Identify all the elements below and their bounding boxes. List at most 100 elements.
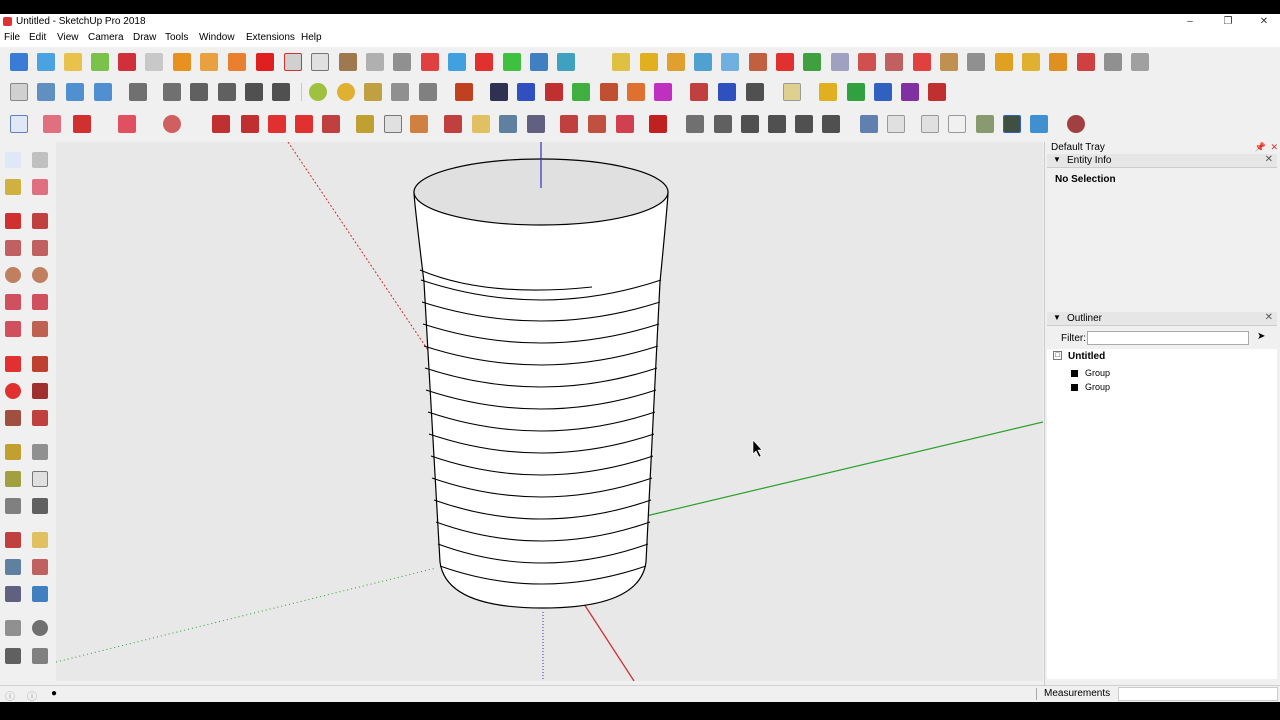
text-tool-icon[interactable]	[384, 115, 402, 133]
make-component-icon[interactable]	[32, 152, 48, 168]
extension-warehouse-icon[interactable]	[64, 53, 82, 71]
xray-icon[interactable]	[37, 83, 55, 101]
outliner-root[interactable]: Untitled	[1068, 351, 1105, 362]
tape-icon[interactable]	[5, 444, 21, 460]
pie-icon[interactable]	[32, 321, 48, 337]
geolocation-icon[interactable]: ⓘ	[5, 688, 15, 703]
undo-icon[interactable]	[173, 53, 191, 71]
warehouse-red-icon[interactable]	[560, 115, 578, 133]
circle-tool-icon[interactable]	[163, 115, 181, 133]
orbit-tool-icon[interactable]	[444, 115, 462, 133]
scale-left-icon[interactable]	[5, 410, 21, 426]
menu-help[interactable]: Help	[301, 32, 322, 43]
menu-view[interactable]: View	[57, 32, 79, 43]
push-blue-icon[interactable]	[517, 83, 535, 101]
binoculars-icon[interactable]	[419, 83, 437, 101]
line-tool-icon[interactable]	[73, 115, 91, 133]
push-dark-icon[interactable]	[490, 83, 508, 101]
line-icon[interactable]	[5, 213, 21, 229]
move-green-icon[interactable]	[503, 53, 521, 71]
section-icon[interactable]	[32, 648, 48, 664]
paste-icon[interactable]	[311, 53, 329, 71]
box-icon[interactable]	[749, 53, 767, 71]
position-camera-icon[interactable]	[5, 620, 21, 636]
zoom-icon[interactable]	[5, 559, 21, 575]
house-green-icon[interactable]	[847, 83, 865, 101]
pin-icon[interactable]: 📌	[1255, 142, 1266, 153]
extrude-tool-icon[interactable]	[885, 53, 903, 71]
zoom-window-icon[interactable]	[32, 559, 48, 575]
cut-tool-icon[interactable]	[1077, 53, 1095, 71]
window-tool-icon[interactable]	[967, 53, 985, 71]
link-icon[interactable]	[366, 53, 384, 71]
back-view-icon[interactable]	[795, 115, 813, 133]
follow-me-left-icon[interactable]	[32, 383, 48, 399]
fog-icon[interactable]	[337, 83, 355, 101]
curve-icon[interactable]	[393, 53, 411, 71]
warehouse-orange-icon[interactable]	[588, 115, 606, 133]
menu-edit[interactable]: Edit	[29, 32, 46, 43]
push-red2-icon[interactable]	[545, 83, 563, 101]
minimize-button[interactable]: –	[1172, 14, 1208, 30]
arrow-pair-icon[interactable]	[746, 83, 764, 101]
move-red-icon[interactable]	[475, 53, 493, 71]
model-viewport[interactable]	[56, 142, 1043, 681]
menu-camera[interactable]: Camera	[88, 32, 124, 43]
front-view-icon[interactable]	[741, 115, 759, 133]
cylinder-body[interactable]	[413, 191, 669, 609]
push-orange-icon[interactable]	[600, 83, 618, 101]
move-icon[interactable]	[5, 356, 21, 372]
arc-icon[interactable]	[5, 294, 21, 310]
wireframe-icon[interactable]	[94, 83, 112, 101]
shaded-icon[interactable]	[163, 83, 181, 101]
three-point-arc-icon[interactable]	[5, 321, 21, 337]
sandbox-icon[interactable]	[391, 83, 409, 101]
credits-icon[interactable]: ⓘ	[27, 688, 37, 703]
outliner-item[interactable]: Group	[1071, 367, 1271, 381]
pyramid-icon[interactable]	[612, 53, 630, 71]
orbit-extra-icon[interactable]	[694, 53, 712, 71]
user-icon[interactable]: ●	[51, 688, 57, 699]
extension-manager-icon[interactable]	[616, 115, 634, 133]
two-point-arc-icon[interactable]	[32, 294, 48, 310]
back-edges-style-icon[interactable]	[887, 115, 905, 133]
rotate-left-icon[interactable]	[5, 383, 21, 399]
left-view-icon[interactable]	[822, 115, 840, 133]
shaded-textures-style-icon[interactable]	[1003, 115, 1021, 133]
select-tool-icon[interactable]	[10, 115, 28, 133]
frame-tool-icon[interactable]	[995, 53, 1013, 71]
entity-info-header[interactable]: ▼ Entity Info ✕	[1047, 154, 1277, 168]
tag-icon[interactable]	[783, 83, 801, 101]
arrow-up-blue-icon[interactable]	[718, 83, 736, 101]
components-icon[interactable]	[339, 53, 357, 71]
bezier-icon[interactable]	[421, 53, 439, 71]
eraser-tool-icon[interactable]	[145, 53, 163, 71]
tile-tool-icon[interactable]	[1049, 53, 1067, 71]
hidden-line-icon[interactable]	[129, 83, 147, 101]
polygon-icon[interactable]	[32, 267, 48, 283]
erase-icon[interactable]	[32, 179, 48, 195]
iso-icon[interactable]	[686, 115, 704, 133]
axes-extra-icon[interactable]	[721, 53, 739, 71]
paint-icon[interactable]	[5, 179, 21, 195]
share-component-icon[interactable]	[91, 53, 109, 71]
xray-style-icon[interactable]	[860, 115, 878, 133]
axes-icon[interactable]	[10, 83, 28, 101]
circle-icon[interactable]	[5, 267, 21, 283]
push-orange2-icon[interactable]	[627, 83, 645, 101]
follow-me-icon[interactable]	[241, 115, 259, 133]
tape-measure-icon[interactable]	[356, 115, 374, 133]
viewport-canvas[interactable]	[56, 142, 1043, 681]
house-blue-icon[interactable]	[874, 83, 892, 101]
zoom-extents-icon[interactable]	[527, 115, 545, 133]
maximize-button[interactable]: ❐	[1210, 14, 1246, 30]
cone-icon[interactable]	[557, 53, 575, 71]
redo-icon[interactable]	[200, 53, 218, 71]
iso-view-icon[interactable]	[272, 83, 290, 101]
shaded-textures-icon[interactable]	[190, 83, 208, 101]
get-models-icon[interactable]	[10, 53, 28, 71]
spline-icon[interactable]	[448, 53, 466, 71]
pencil-icon[interactable]	[364, 83, 382, 101]
shadows-icon[interactable]	[309, 83, 327, 101]
protractor-icon[interactable]	[5, 471, 21, 487]
